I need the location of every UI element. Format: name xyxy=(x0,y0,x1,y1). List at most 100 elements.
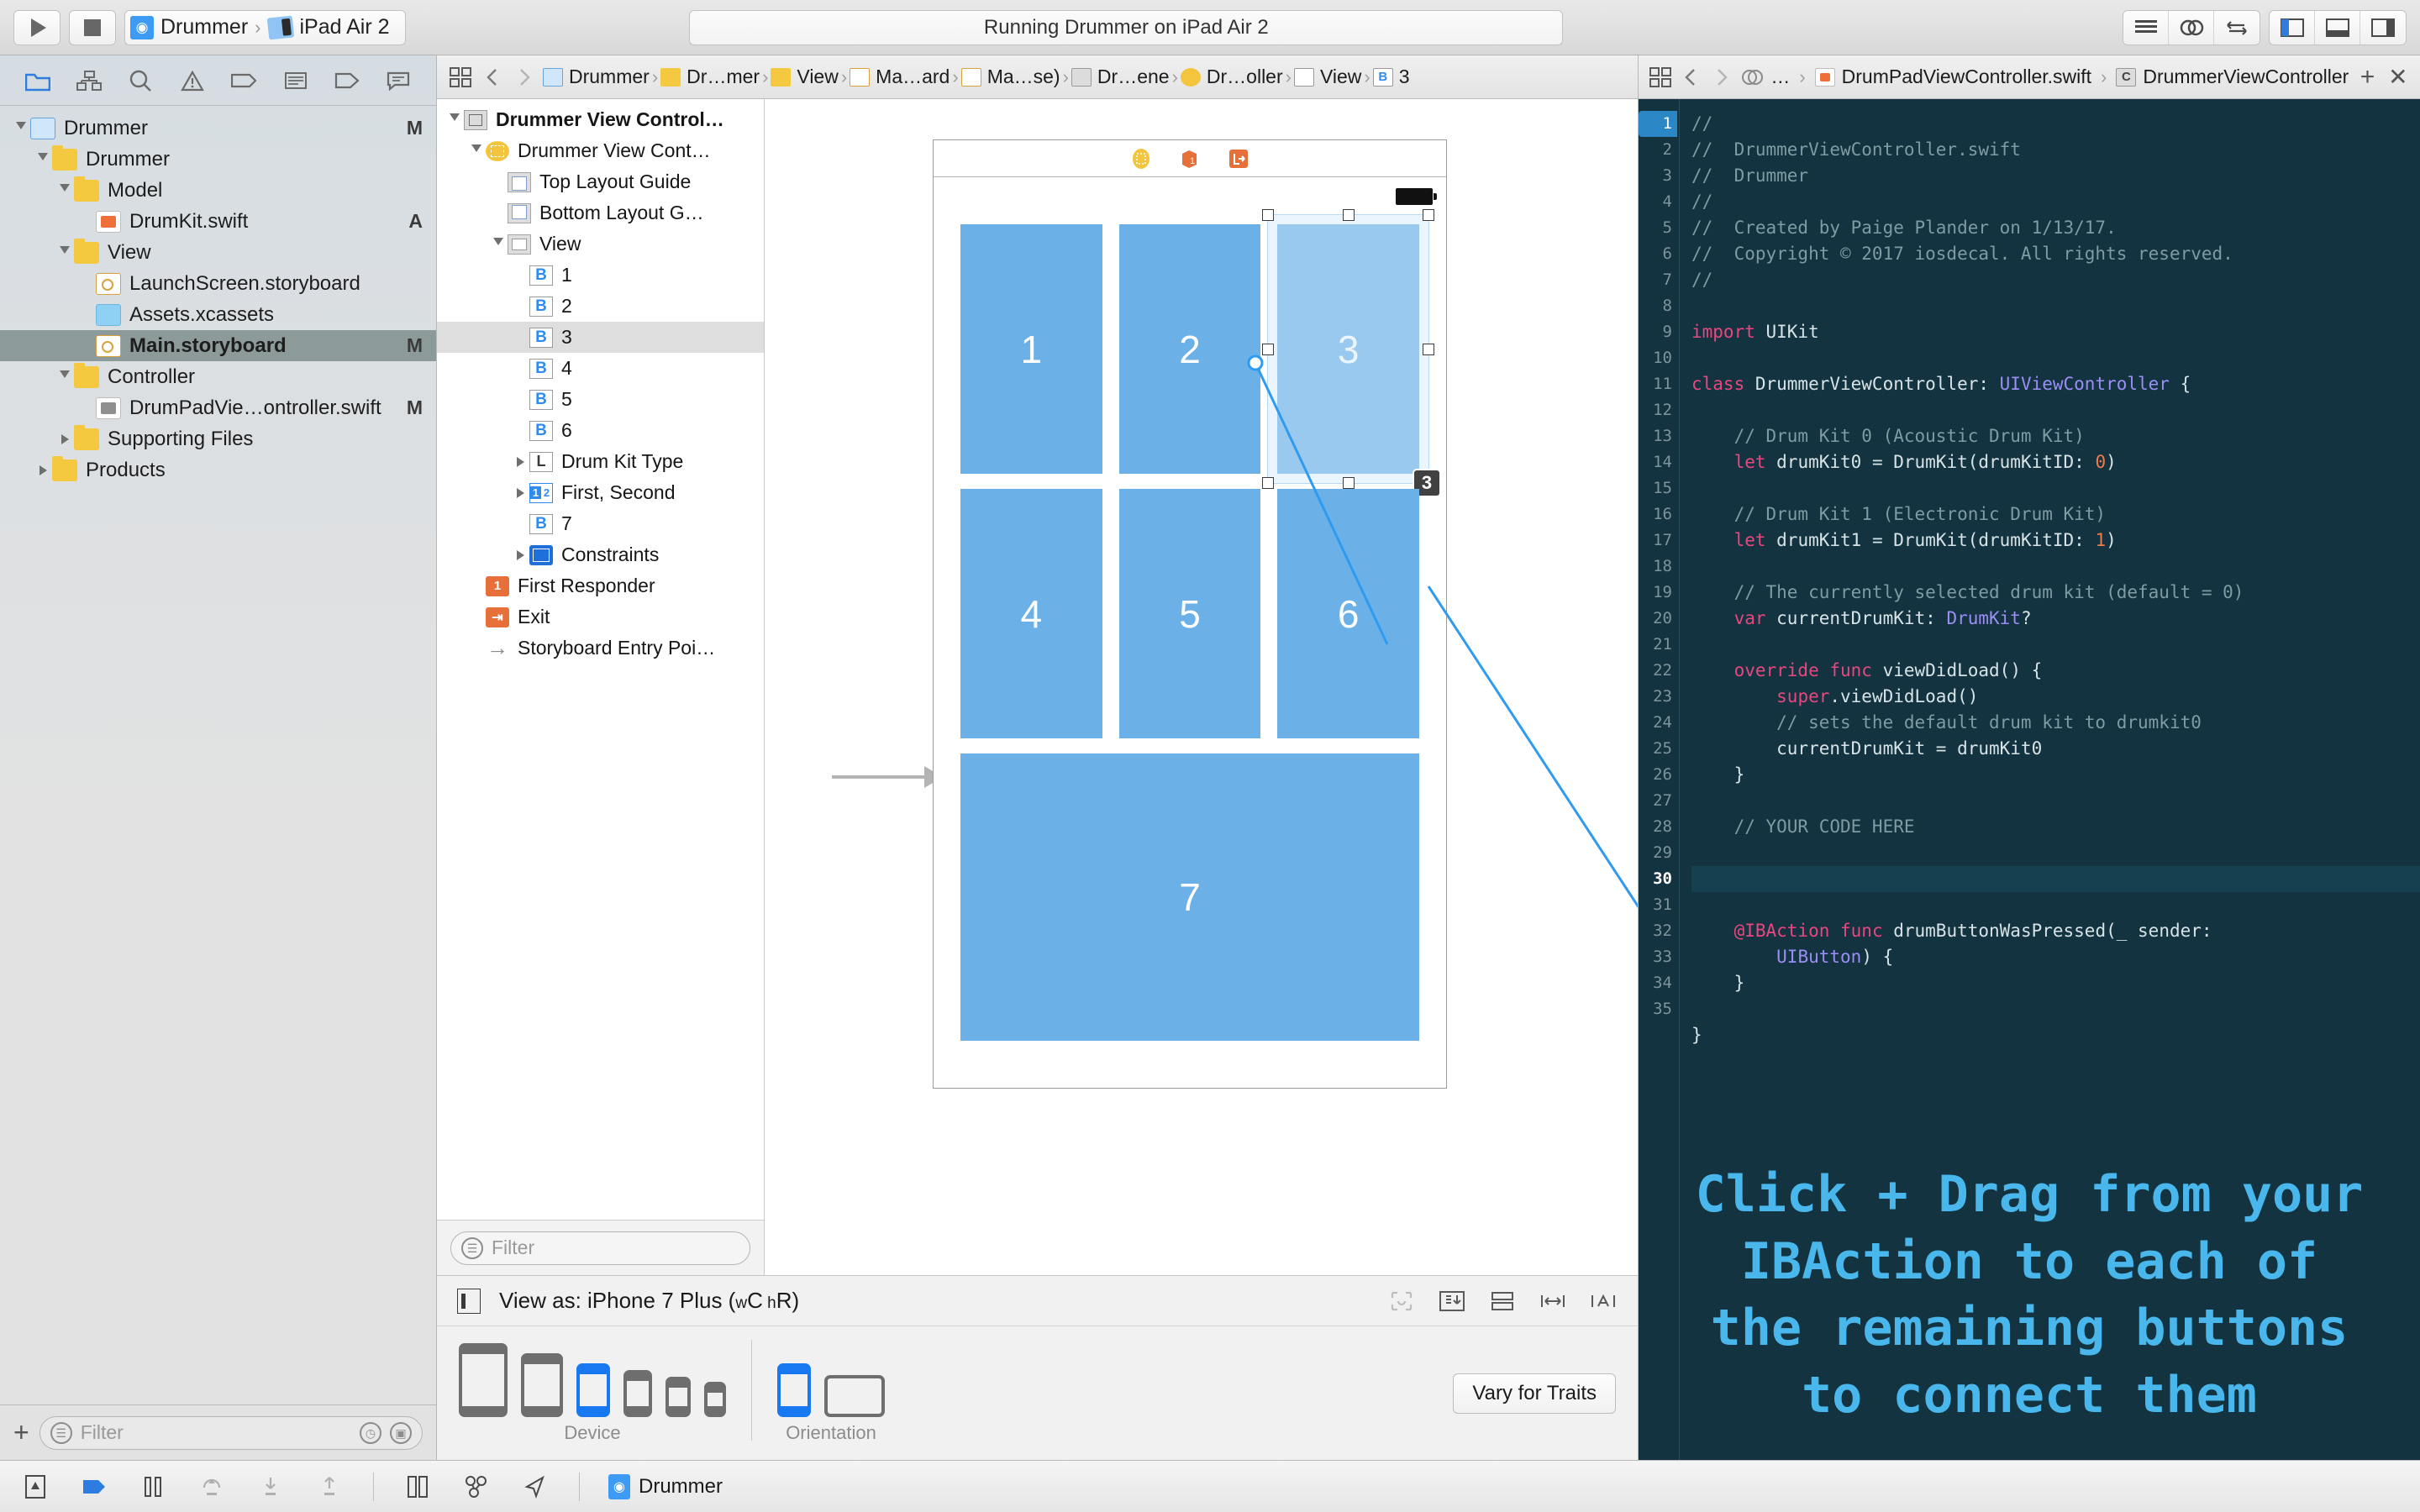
related-items-icon[interactable] xyxy=(1649,64,1672,91)
navigator-row[interactable]: View xyxy=(0,237,436,268)
related-items-icon[interactable] xyxy=(447,64,474,91)
resize-handle[interactable] xyxy=(1262,343,1275,355)
chevron-down-icon[interactable] xyxy=(489,238,508,250)
navigator-filter-input[interactable]: ☰ Filter ◷ ▣ xyxy=(39,1415,423,1450)
navigator-row[interactable]: DrumPadVie…ontroller.swift M xyxy=(0,392,436,423)
code-line[interactable]: // sets the default drum kit to drumkit0 xyxy=(1691,710,2420,736)
chevron-down-icon[interactable] xyxy=(12,122,30,134)
code-line[interactable]: @IBAction func drumButtonWasPressed(_ se… xyxy=(1691,918,2420,944)
code-line[interactable] xyxy=(1691,996,2420,1022)
drum-pad-button[interactable]: 33 xyxy=(1262,209,1442,498)
navigator-tab-comments[interactable] xyxy=(381,64,415,97)
code-editor[interactable]: 1 2 3 4 5 6 7 8 9 10 11 12 13 14 15 16 17 18 19 20 21 22 23 24 2… xyxy=(1639,99,2420,1460)
chevron-right-icon[interactable] xyxy=(511,64,538,91)
breadcrumb[interactable]: Drummer › Dr…mer › View › Ma…ard › Ma…se) › Dr…ene… xyxy=(543,66,1410,88)
outline-row[interactable]: ⇥ Exit xyxy=(437,601,764,633)
drum-pad-button[interactable]: 7 xyxy=(960,753,1419,1041)
outline-row[interactable]: B3 xyxy=(437,322,764,353)
drum-pad-button[interactable]: 6 xyxy=(1277,489,1420,739)
orientation-portrait[interactable] xyxy=(777,1363,811,1417)
vary-for-traits-button[interactable]: Vary for Traits xyxy=(1453,1373,1616,1414)
navigator-tab-hierarchy[interactable] xyxy=(72,64,106,97)
chevron-down-icon[interactable] xyxy=(55,246,74,259)
chevron-down-icon[interactable] xyxy=(34,153,52,165)
chevron-left-icon[interactable] xyxy=(1679,64,1702,91)
breadcrumb-item[interactable]: Dr…mer xyxy=(660,66,760,88)
chevron-down-icon[interactable] xyxy=(467,144,486,157)
drum-pad-button[interactable]: 4 xyxy=(960,489,1102,739)
outline-row[interactable]: 1 2 First, Second xyxy=(437,477,764,508)
code-line[interactable] xyxy=(1691,475,2420,501)
view-debug-icon[interactable] xyxy=(402,1473,433,1500)
filter-blue-icon[interactable] xyxy=(79,1473,109,1500)
navigator-row[interactable]: DrumKit.swift A xyxy=(0,206,436,237)
project-navigator-tree[interactable]: Drummer M Drummer Model DrumKit.swift A View La… xyxy=(0,106,436,1404)
navigator-row[interactable]: LaunchScreen.storyboard xyxy=(0,268,436,299)
device-iphone-4s[interactable] xyxy=(704,1382,726,1417)
viewcontroller-icon[interactable] xyxy=(1129,147,1153,171)
outline-row[interactable]: L Drum Kit Type xyxy=(437,446,764,477)
code-line[interactable]: // The currently selected drum kit (defa… xyxy=(1691,580,2420,606)
close-icon[interactable]: ✕ xyxy=(2386,64,2410,91)
version-editor-icon[interactable] xyxy=(1740,64,1764,91)
device-iphone-7[interactable] xyxy=(623,1370,652,1417)
code-line[interactable] xyxy=(1691,397,2420,423)
resize-handle[interactable] xyxy=(1262,209,1275,221)
outline-row[interactable]: Bottom Layout G… xyxy=(437,197,764,228)
outline-row[interactable]: B1 xyxy=(437,260,764,291)
outline-row[interactable]: → Storyboard Entry Poi… xyxy=(437,633,764,664)
plus-icon[interactable]: + xyxy=(2355,63,2379,91)
code-line[interactable] xyxy=(1691,892,2420,918)
sourcecontrol-icon[interactable]: ▣ xyxy=(390,1421,412,1444)
update-frames-icon[interactable] xyxy=(1387,1289,1416,1314)
outline-row[interactable]: Drummer View Cont… xyxy=(437,135,764,166)
crumb-file-name[interactable]: DrumPadViewController.swift xyxy=(1842,66,2091,88)
breadcrumb-item[interactable]: Ma…ard xyxy=(850,66,950,88)
code-line[interactable] xyxy=(1691,866,2420,892)
code-line[interactable]: override func viewDidLoad() { xyxy=(1691,658,2420,684)
code-line[interactable]: UIButton) { xyxy=(1691,944,2420,970)
version-editor-button[interactable] xyxy=(2214,11,2260,45)
chevron-right-icon[interactable] xyxy=(511,487,529,498)
chevron-right-icon[interactable] xyxy=(1710,64,1733,91)
code-line[interactable]: // Drummer xyxy=(1691,163,2420,189)
outline-row[interactable]: B5 xyxy=(437,384,764,415)
navigator-tab-project[interactable] xyxy=(21,64,55,97)
navigator-row[interactable]: Model xyxy=(0,175,436,206)
navigator-row[interactable]: Supporting Files xyxy=(0,423,436,454)
drum-pad-button[interactable]: 1 xyxy=(960,224,1102,475)
resize-handle[interactable] xyxy=(1342,477,1355,490)
code-line[interactable]: // Copyright © 2017 iosdecal. All rights… xyxy=(1691,241,2420,267)
outline-row[interactable]: Constraints xyxy=(437,539,764,570)
outline-row[interactable]: Drummer View Control… xyxy=(437,104,764,135)
resize-handle[interactable] xyxy=(1423,209,1435,221)
outline-row[interactable]: 1 First Responder xyxy=(437,570,764,601)
navigator-row[interactable]: Products xyxy=(0,454,436,486)
code-line[interactable]: let drumKit1 = DrumKit(drumKitID: 1) xyxy=(1691,528,2420,554)
breadcrumb-item[interactable]: View xyxy=(1293,66,1361,88)
chevron-right-icon[interactable] xyxy=(511,456,529,467)
navigator-row[interactable]: Drummer xyxy=(0,144,436,175)
chevron-down-icon[interactable] xyxy=(55,370,74,383)
code-line[interactable]: // DrummerViewController.swift xyxy=(1691,137,2420,163)
navigator-row[interactable]: Main.storyboard M xyxy=(0,330,436,361)
crumb-symbol-name[interactable]: DrummerViewController xyxy=(2143,66,2349,88)
chevron-down-icon[interactable] xyxy=(55,184,74,197)
clock-icon[interactable]: ◷ xyxy=(360,1421,381,1444)
code-line[interactable]: } xyxy=(1691,1022,2420,1048)
embed-in-icon[interactable] xyxy=(1438,1289,1466,1314)
plus-icon[interactable]: + xyxy=(13,1417,29,1448)
code-line[interactable]: // xyxy=(1691,267,2420,293)
code-line[interactable]: class DrummerViewController: UIViewContr… xyxy=(1691,371,2420,397)
code-line[interactable]: // Created by Paige Plander on 1/13/17. xyxy=(1691,215,2420,241)
pin-icon[interactable] xyxy=(1539,1289,1567,1314)
navigator-row[interactable]: Assets.xcassets xyxy=(0,299,436,330)
device-iphone-7-plus[interactable] xyxy=(576,1363,610,1417)
assistant-editor-button[interactable] xyxy=(2169,10,2214,45)
code-line[interactable] xyxy=(1691,554,2420,580)
view-as-label[interactable]: View as: iPhone 7 Plus (wC hR) xyxy=(499,1288,799,1314)
breadcrumb-item[interactable]: Drummer xyxy=(543,66,650,88)
code-line[interactable]: currentDrumKit = drumKit0 xyxy=(1691,736,2420,762)
drum-pad-button[interactable]: 5 xyxy=(1118,489,1261,739)
code-line[interactable] xyxy=(1691,345,2420,371)
